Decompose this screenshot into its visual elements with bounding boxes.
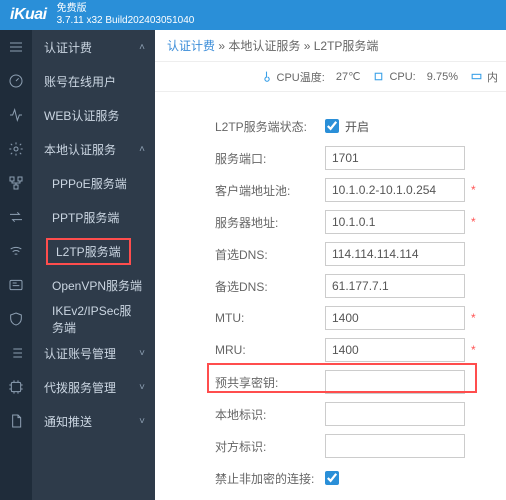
psk-input[interactable] <box>325 370 465 394</box>
row-dns2: 备选DNS: <box>215 270 494 302</box>
list-icon[interactable] <box>0 336 32 370</box>
chevron-down-icon: ˅ <box>139 416 145 427</box>
row-status: L2TP服务端状态: 开启 <box>215 110 494 142</box>
sidebar: 认证计费˄ 账号在线用户 WEB认证服务 本地认证服务˄ PPPoE服务端 PP… <box>32 30 155 500</box>
row-peerid: 对方标识: <box>215 430 494 462</box>
version-info: 免费版 3.7.11 x32 Build202403051040 <box>57 3 195 27</box>
cpu-temp: CPU温度: 27℃ <box>260 69 361 85</box>
sidebar-item-web-auth[interactable]: WEB认证服务 <box>32 98 155 132</box>
icon-rail <box>0 30 32 500</box>
server-input[interactable] <box>325 210 465 234</box>
localid-input[interactable] <box>325 402 465 426</box>
doc-icon[interactable] <box>0 404 32 438</box>
dns2-input[interactable] <box>325 274 465 298</box>
wifi-icon[interactable] <box>0 234 32 268</box>
required-star: * <box>471 183 476 197</box>
row-mru: MRU: * <box>215 334 494 366</box>
thermometer-icon <box>260 70 273 83</box>
breadcrumb: 认证计费 » 本地认证服务 » L2TP服务端 <box>155 30 506 62</box>
chevron-up-icon: ˄ <box>139 42 145 53</box>
sidebar-item-auth-billing[interactable]: 认证计费˄ <box>32 30 155 64</box>
required-star: * <box>471 311 476 325</box>
plugin-icon[interactable] <box>0 370 32 404</box>
row-noenc: 禁止非加密的连接: <box>215 462 494 494</box>
mem-usage: 内 <box>470 69 498 85</box>
required-star: * <box>471 343 476 357</box>
pool-input[interactable] <box>325 178 465 202</box>
sidebar-item-ikev2[interactable]: IKEv2/IPSec服务端 <box>32 302 155 336</box>
cpu-usage: CPU: 9.75% <box>372 70 458 83</box>
required-star: * <box>471 215 476 229</box>
flow-icon[interactable] <box>0 200 32 234</box>
sidebar-item-online-users[interactable]: 账号在线用户 <box>32 64 155 98</box>
row-localid: 本地标识: <box>215 398 494 430</box>
sidebar-item-proxy-dial[interactable]: 代拨服务管理˅ <box>32 370 155 404</box>
monitor-icon[interactable] <box>0 98 32 132</box>
sidebar-item-pptp[interactable]: PPTP服务端 <box>32 200 155 234</box>
settings-icon[interactable] <box>0 132 32 166</box>
breadcrumb-mid: 本地认证服务 <box>228 37 300 54</box>
row-port: 服务端口: <box>215 142 494 174</box>
sidebar-item-notification[interactable]: 通知推送˅ <box>32 404 155 438</box>
network-icon[interactable] <box>0 166 32 200</box>
shield-icon[interactable] <box>0 302 32 336</box>
sidebar-item-l2tp[interactable]: L2TP服务端 <box>32 234 155 268</box>
top-bar: iKuai 免费版 3.7.11 x32 Build202403051040 <box>0 0 506 30</box>
status-checkbox[interactable] <box>325 119 339 133</box>
sidebar-item-local-auth[interactable]: 本地认证服务˄ <box>32 132 155 166</box>
mtu-input[interactable] <box>325 306 465 330</box>
card-icon[interactable] <box>0 268 32 302</box>
port-input[interactable] <box>325 146 465 170</box>
memory-icon <box>470 70 483 83</box>
row-server: 服务器地址: * <box>215 206 494 238</box>
breadcrumb-leaf: L2TP服务端 <box>314 37 379 54</box>
l2tp-form: L2TP服务端状态: 开启 服务端口: 客户端地址池: * 服务器地址: * 首… <box>155 92 506 494</box>
row-dns1: 首选DNS: <box>215 238 494 270</box>
breadcrumb-root[interactable]: 认证计费 <box>167 37 215 54</box>
peerid-input[interactable] <box>325 434 465 458</box>
chevron-up-icon: ˄ <box>139 144 145 155</box>
content-pane: 认证计费 » 本地认证服务 » L2TP服务端 CPU温度: 27℃ CPU: … <box>155 30 506 500</box>
noenc-checkbox[interactable] <box>325 471 339 485</box>
brand-logo: iKuai <box>10 6 47 24</box>
mru-input[interactable] <box>325 338 465 362</box>
dashboard-icon[interactable] <box>0 64 32 98</box>
menu-icon[interactable] <box>0 30 32 64</box>
chevron-down-icon: ˅ <box>139 382 145 393</box>
row-mtu: MTU: * <box>215 302 494 334</box>
status-bar: CPU温度: 27℃ CPU: 9.75% 内 <box>155 62 506 92</box>
chevron-down-icon: ˅ <box>139 348 145 359</box>
status-text: 开启 <box>345 118 369 135</box>
dns1-input[interactable] <box>325 242 465 266</box>
sidebar-item-pppoe[interactable]: PPPoE服务端 <box>32 166 155 200</box>
sidebar-item-account-mgmt[interactable]: 认证账号管理˅ <box>32 336 155 370</box>
chip-icon <box>372 70 385 83</box>
sidebar-item-openvpn[interactable]: OpenVPN服务端 <box>32 268 155 302</box>
row-psk: 预共享密钥: <box>215 366 494 398</box>
row-pool: 客户端地址池: * <box>215 174 494 206</box>
